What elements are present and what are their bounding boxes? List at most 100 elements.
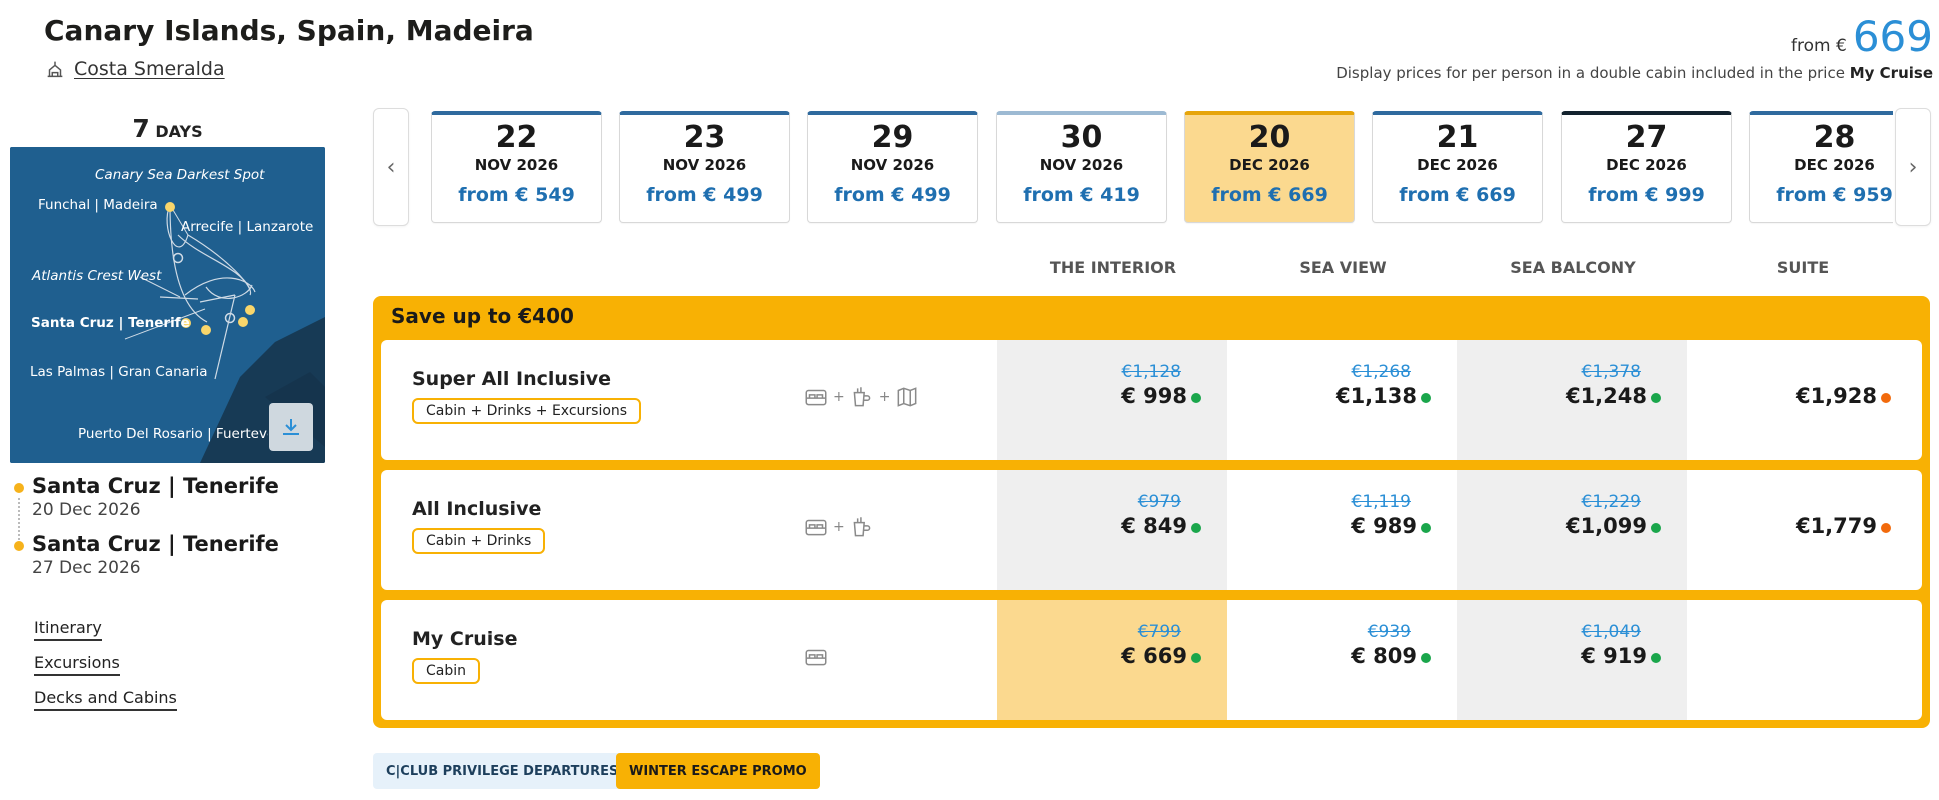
old-price: €1,128: [1121, 362, 1181, 382]
old-price: €1,119: [1351, 492, 1411, 512]
package-icons: + +: [803, 384, 920, 410]
plus-icon: +: [878, 389, 891, 405]
days-label: DAYS: [155, 122, 203, 141]
date-price: from € 499: [646, 184, 763, 206]
date-month: DEC 2026: [1794, 156, 1875, 174]
date-card[interactable]: 21 DEC 2026 from € 669: [1372, 111, 1543, 223]
price-cell[interactable]: €1,119 € 989: [1227, 470, 1457, 590]
price-cell[interactable]: €939 € 809: [1227, 600, 1457, 720]
download-map-button[interactable]: [269, 403, 313, 451]
price-cell[interactable]: €1,779: [1687, 470, 1917, 590]
arrival-dot: [14, 541, 24, 551]
cruise-title: Canary Islands, Spain, Madeira: [44, 14, 534, 47]
availability-dot: [1651, 393, 1661, 403]
old-price: €1,049: [1581, 622, 1641, 642]
date-day: 21: [1436, 120, 1479, 155]
date-card-selected[interactable]: 20 DEC 2026 from € 669: [1184, 111, 1355, 223]
map-label-puerto: Puerto Del Rosario | Fuerteventura: [78, 426, 268, 442]
availability-dot: [1651, 523, 1661, 533]
availability-dot: [1191, 653, 1201, 663]
date-price: from € 499: [834, 184, 951, 206]
current-price: €1,248: [1565, 384, 1647, 408]
carousel-prev-button[interactable]: ‹: [373, 108, 409, 226]
link-excursions[interactable]: Excursions: [34, 653, 120, 676]
date-month: NOV 2026: [1039, 156, 1124, 174]
date-list: 22 NOV 2026 from € 549 23 NOV 2026 from …: [431, 111, 1893, 227]
package-row-super-all-inclusive: Super All Inclusive Cabin + Drinks + Exc…: [381, 340, 1922, 460]
date-card[interactable]: 30 NOV 2026 from € 419: [996, 111, 1167, 223]
link-itinerary[interactable]: Itinerary: [34, 618, 102, 641]
map-label-arrecife: Arrecife | Lanzarote: [181, 219, 314, 235]
current-price: €1,779: [1795, 514, 1877, 538]
date-day: 23: [683, 120, 726, 155]
date-day: 30: [1060, 120, 1103, 155]
arrival-port: Santa Cruz | Tenerife 27 Dec 2026: [32, 532, 279, 578]
package-icons: +: [803, 514, 875, 540]
current-price: € 998: [1121, 384, 1187, 408]
plus-icon: +: [833, 389, 845, 405]
departure-dot: [14, 483, 24, 493]
date-price: from € 959: [1776, 184, 1893, 206]
price-cell[interactable]: €1,378 €1,248: [1457, 340, 1687, 460]
price-cell[interactable]: €1,268 €1,138: [1227, 340, 1457, 460]
date-month: NOV 2026: [850, 156, 935, 174]
date-price: from € 669: [1211, 184, 1328, 206]
availability-dot: [1421, 393, 1431, 403]
winter-escape-badge[interactable]: WINTER ESCAPE PROMO: [616, 753, 820, 789]
column-suite: SUITE: [1776, 258, 1830, 277]
display-note: Display prices for per person in a doubl…: [1336, 64, 1933, 82]
date-card[interactable]: 29 NOV 2026 from € 499: [807, 111, 978, 223]
old-price: €1,378: [1581, 362, 1641, 382]
package-row-all-inclusive: All Inclusive Cabin + Drinks + €979 € 84…: [381, 470, 1922, 590]
download-icon: [283, 419, 299, 435]
current-price: € 669: [1121, 644, 1187, 668]
chevron-right-icon: ›: [1908, 154, 1918, 180]
package-name: My Cruise: [412, 628, 518, 650]
package-row-my-cruise: My Cruise Cabin €799 € 669 €939 € 809 €1…: [381, 600, 1922, 720]
map-label-funchal: Funchal | Madeira: [38, 197, 158, 213]
date-card[interactable]: 22 NOV 2026 from € 549: [431, 111, 602, 223]
arrival-date: 27 Dec 2026: [32, 558, 141, 578]
map-label-santa-cruz: Santa Cruz | Tenerife: [31, 315, 190, 331]
date-day: 29: [871, 120, 914, 155]
column-interior: THE INTERIOR: [1049, 258, 1177, 277]
date-day: 20: [1248, 120, 1291, 155]
ship-link[interactable]: Costa Smeralda: [44, 58, 225, 80]
date-month: DEC 2026: [1606, 156, 1687, 174]
itinerary-map[interactable]: Canary Sea Darkest Spot Funchal | Madeir…: [10, 147, 325, 463]
availability-dot: [1881, 393, 1891, 403]
link-decks-cabins[interactable]: Decks and Cabins: [34, 688, 177, 711]
price-cell[interactable]: €1,928: [1687, 340, 1917, 460]
current-price: € 989: [1351, 514, 1417, 538]
old-price: €1,229: [1581, 492, 1641, 512]
package-pill: Cabin + Drinks + Excursions: [412, 398, 642, 424]
date-card[interactable]: 23 NOV 2026 from € 499: [619, 111, 790, 223]
date-card[interactable]: 28 DEC 2026 from € 959: [1749, 111, 1893, 223]
cabin-bed-icon: [805, 519, 827, 536]
price-cell[interactable]: €979 € 849: [997, 470, 1227, 590]
price-cell[interactable]: €1,229 €1,099: [1457, 470, 1687, 590]
price-cell[interactable]: €1,049 € 919: [1457, 600, 1687, 720]
current-price: € 919: [1581, 644, 1647, 668]
old-price: €1,268: [1351, 362, 1411, 382]
availability-dot: [1421, 523, 1431, 533]
date-card[interactable]: 27 DEC 2026 from € 999: [1561, 111, 1732, 223]
from-price: from €669: [1791, 12, 1933, 61]
carousel-next-button[interactable]: ›: [1895, 108, 1931, 226]
current-price: €1,099: [1565, 514, 1647, 538]
availability-dot: [1881, 523, 1891, 533]
column-sea-balcony: SEA BALCONY: [1510, 258, 1636, 277]
date-price: from € 669: [1399, 184, 1516, 206]
drink-icon: [853, 387, 871, 407]
ship-name: Costa Smeralda: [74, 58, 225, 80]
map-label-las-palmas: Las Palmas | Gran Canaria: [30, 364, 208, 380]
price-cell[interactable]: €1,128 € 998: [997, 340, 1227, 460]
column-sea-view: SEA VIEW: [1299, 258, 1387, 277]
cabin-bed-icon: [805, 649, 827, 666]
price-cell-selected[interactable]: €799 € 669: [997, 600, 1227, 720]
availability-dot: [1421, 653, 1431, 663]
package-pill: Cabin + Drinks: [412, 528, 546, 554]
club-privilege-badge[interactable]: C|CLUB PRIVILEGE DEPARTURES: [373, 753, 632, 789]
date-month: NOV 2026: [662, 156, 747, 174]
date-month: DEC 2026: [1417, 156, 1498, 174]
